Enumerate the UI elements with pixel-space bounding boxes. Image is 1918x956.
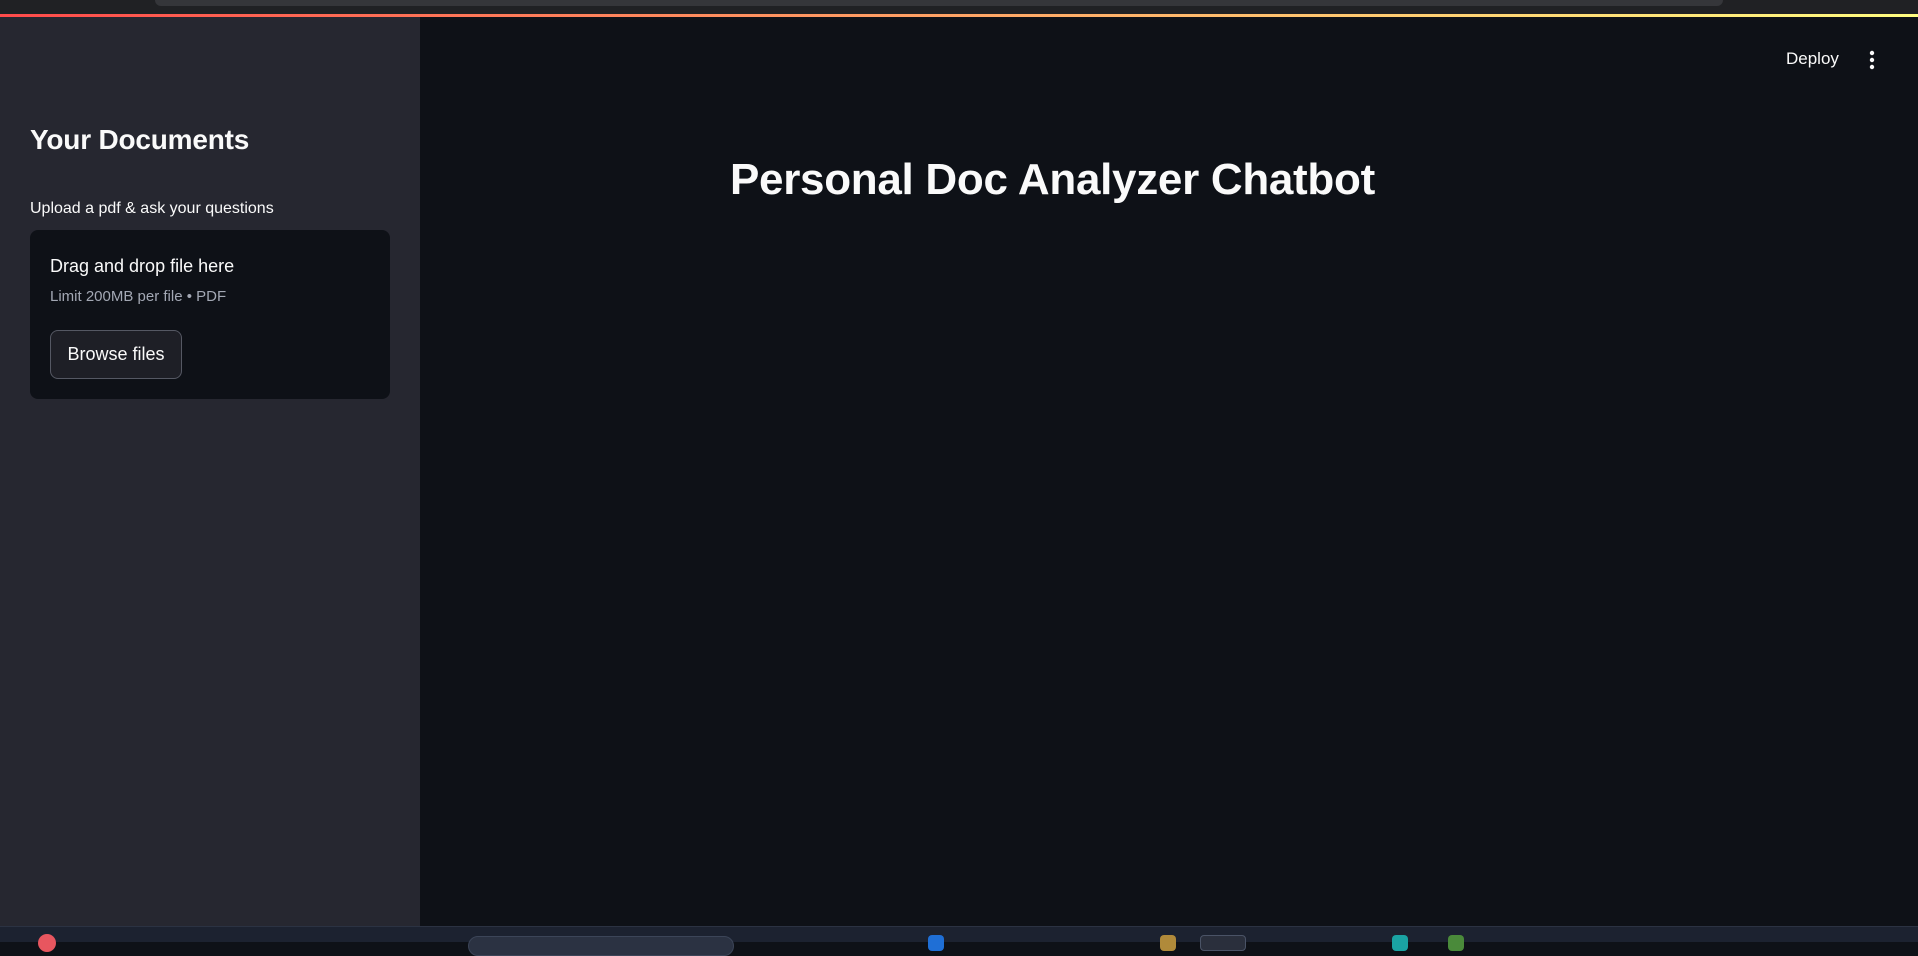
browse-files-button[interactable]: Browse files bbox=[50, 330, 182, 379]
sidebar-title: Your Documents bbox=[30, 124, 250, 155]
uploader-caption: Upload a pdf & ask your questions bbox=[30, 200, 274, 217]
file-uploader-dropzone[interactable]: Drag and drop file here Limit 200MB per … bbox=[30, 230, 390, 399]
taskbar bbox=[0, 926, 1918, 942]
taskbar-app-icon[interactable] bbox=[1160, 935, 1176, 951]
taskbar-active-app-icon[interactable] bbox=[1200, 935, 1246, 951]
browser-address-bar[interactable] bbox=[155, 0, 1723, 6]
weather-icon[interactable] bbox=[38, 934, 56, 952]
taskbar-app-icon[interactable] bbox=[1448, 935, 1464, 951]
taskbar-app-icon[interactable] bbox=[1392, 935, 1408, 951]
vertical-ellipsis-icon[interactable] bbox=[1864, 47, 1880, 73]
taskbar-search-box[interactable] bbox=[468, 936, 734, 956]
dropzone-limit-text: Limit 200MB per file • PDF bbox=[50, 288, 227, 305]
main-content bbox=[420, 17, 1918, 926]
page-title: Personal Doc Analyzer Chatbot bbox=[730, 155, 1375, 204]
dropzone-title: Drag and drop file here bbox=[50, 256, 235, 276]
deploy-button[interactable]: Deploy bbox=[1786, 49, 1839, 69]
taskbar-app-icon[interactable] bbox=[928, 935, 944, 951]
